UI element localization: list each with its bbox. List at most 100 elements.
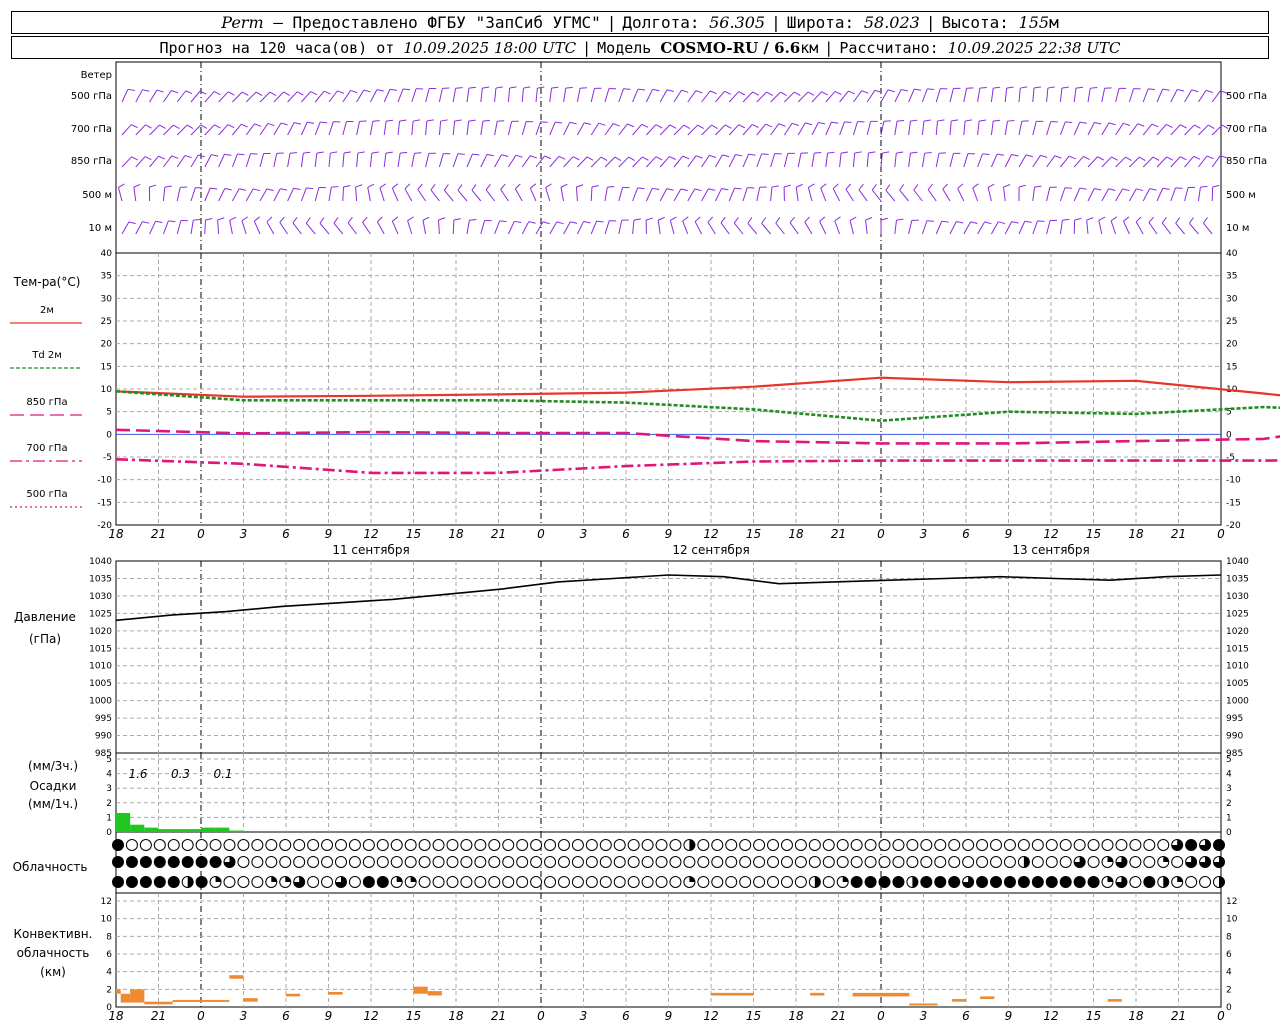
wind-barb-feather <box>666 89 674 93</box>
wind-barb-feather <box>551 86 559 89</box>
wind-barb-feather <box>598 122 606 126</box>
wind-barb <box>1142 188 1151 202</box>
time-tick-label-bottom: 15 <box>1086 1009 1101 1023</box>
wind-barb <box>880 89 889 103</box>
conv-cloud-bar <box>229 975 244 979</box>
wind-barb-feather <box>612 123 620 127</box>
wind-barb <box>259 91 271 103</box>
cloud-cover-symbol <box>627 876 640 888</box>
wind-barb <box>1184 89 1193 103</box>
wind-barb-feather <box>831 121 839 124</box>
wind-barb <box>949 221 957 235</box>
wind-barb <box>783 153 789 168</box>
conv-panel-title: облачность <box>17 946 90 960</box>
wind-barb <box>576 88 581 103</box>
wind-barb-feather <box>214 124 221 129</box>
wind-barb-feather <box>486 153 494 157</box>
temp-y-tick-label-right: 15 <box>1226 362 1237 372</box>
wind-barb-feather <box>854 151 862 154</box>
conv-cloud-bar <box>172 999 230 1002</box>
wind-barb <box>347 222 357 235</box>
wind-barb <box>535 121 542 136</box>
cloud-cover-symbol <box>265 856 278 868</box>
wind-barb <box>1004 121 1008 136</box>
wind-barb <box>480 154 488 168</box>
wind-barb-feather <box>586 156 594 161</box>
cloud-cover-symbol <box>321 856 334 868</box>
wind-barb <box>121 156 132 168</box>
cloud-cover-symbol <box>850 839 863 851</box>
wind-barb-feather <box>844 121 852 123</box>
cloud-cover-fill <box>168 876 180 888</box>
wind-barb-feather <box>896 151 904 154</box>
cloud-cover-symbol <box>321 876 334 888</box>
wind-barb-feather <box>523 86 531 89</box>
wind-barb-feather <box>1177 89 1185 92</box>
cloud-cover-symbol <box>251 839 264 851</box>
wind-barb-feather <box>738 124 746 129</box>
temp-y-tick-label-left: -5 <box>103 453 112 463</box>
cloud-cover-symbol <box>1129 876 1142 888</box>
cloud-cover-fill <box>1219 876 1225 888</box>
wind-barb <box>742 153 750 168</box>
wind-barb <box>1156 88 1164 103</box>
wind-barb-feather <box>422 216 430 221</box>
wind-barb-feather <box>414 152 422 154</box>
wind-barb-feather <box>186 124 194 130</box>
wind-barb-feather <box>323 90 331 95</box>
cloud-cover-symbol <box>976 856 989 868</box>
wind-barb <box>811 153 815 168</box>
wind-barb <box>367 187 371 202</box>
wind-barb <box>328 90 338 103</box>
wind-level-label-left: 850 гПа <box>71 156 112 167</box>
wind-barb-feather <box>901 89 909 92</box>
wind-barb-feather <box>540 121 548 123</box>
wind-barb <box>1032 187 1036 202</box>
wind-barb-feather <box>127 88 135 92</box>
cloud-cover-symbol <box>780 876 793 888</box>
cloud-cover-fill <box>410 876 417 883</box>
wind-barb-feather <box>1020 86 1028 89</box>
cloud-cover-fill <box>920 876 932 888</box>
wind-barb-feather <box>217 217 225 221</box>
wind-barb-feather <box>1086 217 1094 221</box>
wind-barb <box>935 220 943 235</box>
wind-barb <box>1128 188 1137 202</box>
wind-barb <box>452 219 455 235</box>
wind-barb-feather <box>1208 124 1215 129</box>
wind-barb <box>430 189 440 202</box>
time-tick-label: 18 <box>448 527 464 541</box>
wind-barb-feather <box>841 151 849 154</box>
wind-barb-feather <box>1135 216 1142 223</box>
wind-barb-feather <box>454 119 462 122</box>
cloud-cover-fill <box>814 876 821 888</box>
wind-barb <box>1101 156 1112 168</box>
wind-barb-feather <box>430 184 436 191</box>
cloud-cover-fill <box>1143 876 1155 888</box>
wind-barb <box>149 89 158 103</box>
pressure-y-tick-label-right: 1005 <box>1226 679 1249 689</box>
cloud-cover-symbol <box>544 856 557 868</box>
pressure-y-tick-label-right: 1040 <box>1226 557 1249 567</box>
cloud-cover-fill <box>126 876 138 888</box>
precip-panel-title: Осадки <box>30 779 77 793</box>
wind-barb-feather <box>294 122 302 125</box>
cloud-cover-symbol <box>613 839 626 851</box>
wind-barb-feather <box>468 119 476 122</box>
wind-barb-feather <box>941 220 949 223</box>
wind-barb-feather <box>544 155 552 160</box>
time-tick-label-bottom: 3 <box>920 1009 928 1023</box>
cloud-cover-symbol <box>530 876 543 888</box>
wind-barb <box>135 89 143 103</box>
wind-barb <box>529 187 537 202</box>
wind-barb <box>687 124 699 136</box>
wind-barb <box>784 91 795 103</box>
wind-barb <box>819 221 827 235</box>
cloud-cover-symbol <box>1059 856 1072 868</box>
wind-barb <box>807 187 813 202</box>
cloud-cover-fill <box>112 856 124 868</box>
wind-barb <box>391 220 399 235</box>
wind-barb-feather <box>614 156 622 162</box>
wind-barb <box>770 153 776 168</box>
wind-barb <box>577 156 588 168</box>
